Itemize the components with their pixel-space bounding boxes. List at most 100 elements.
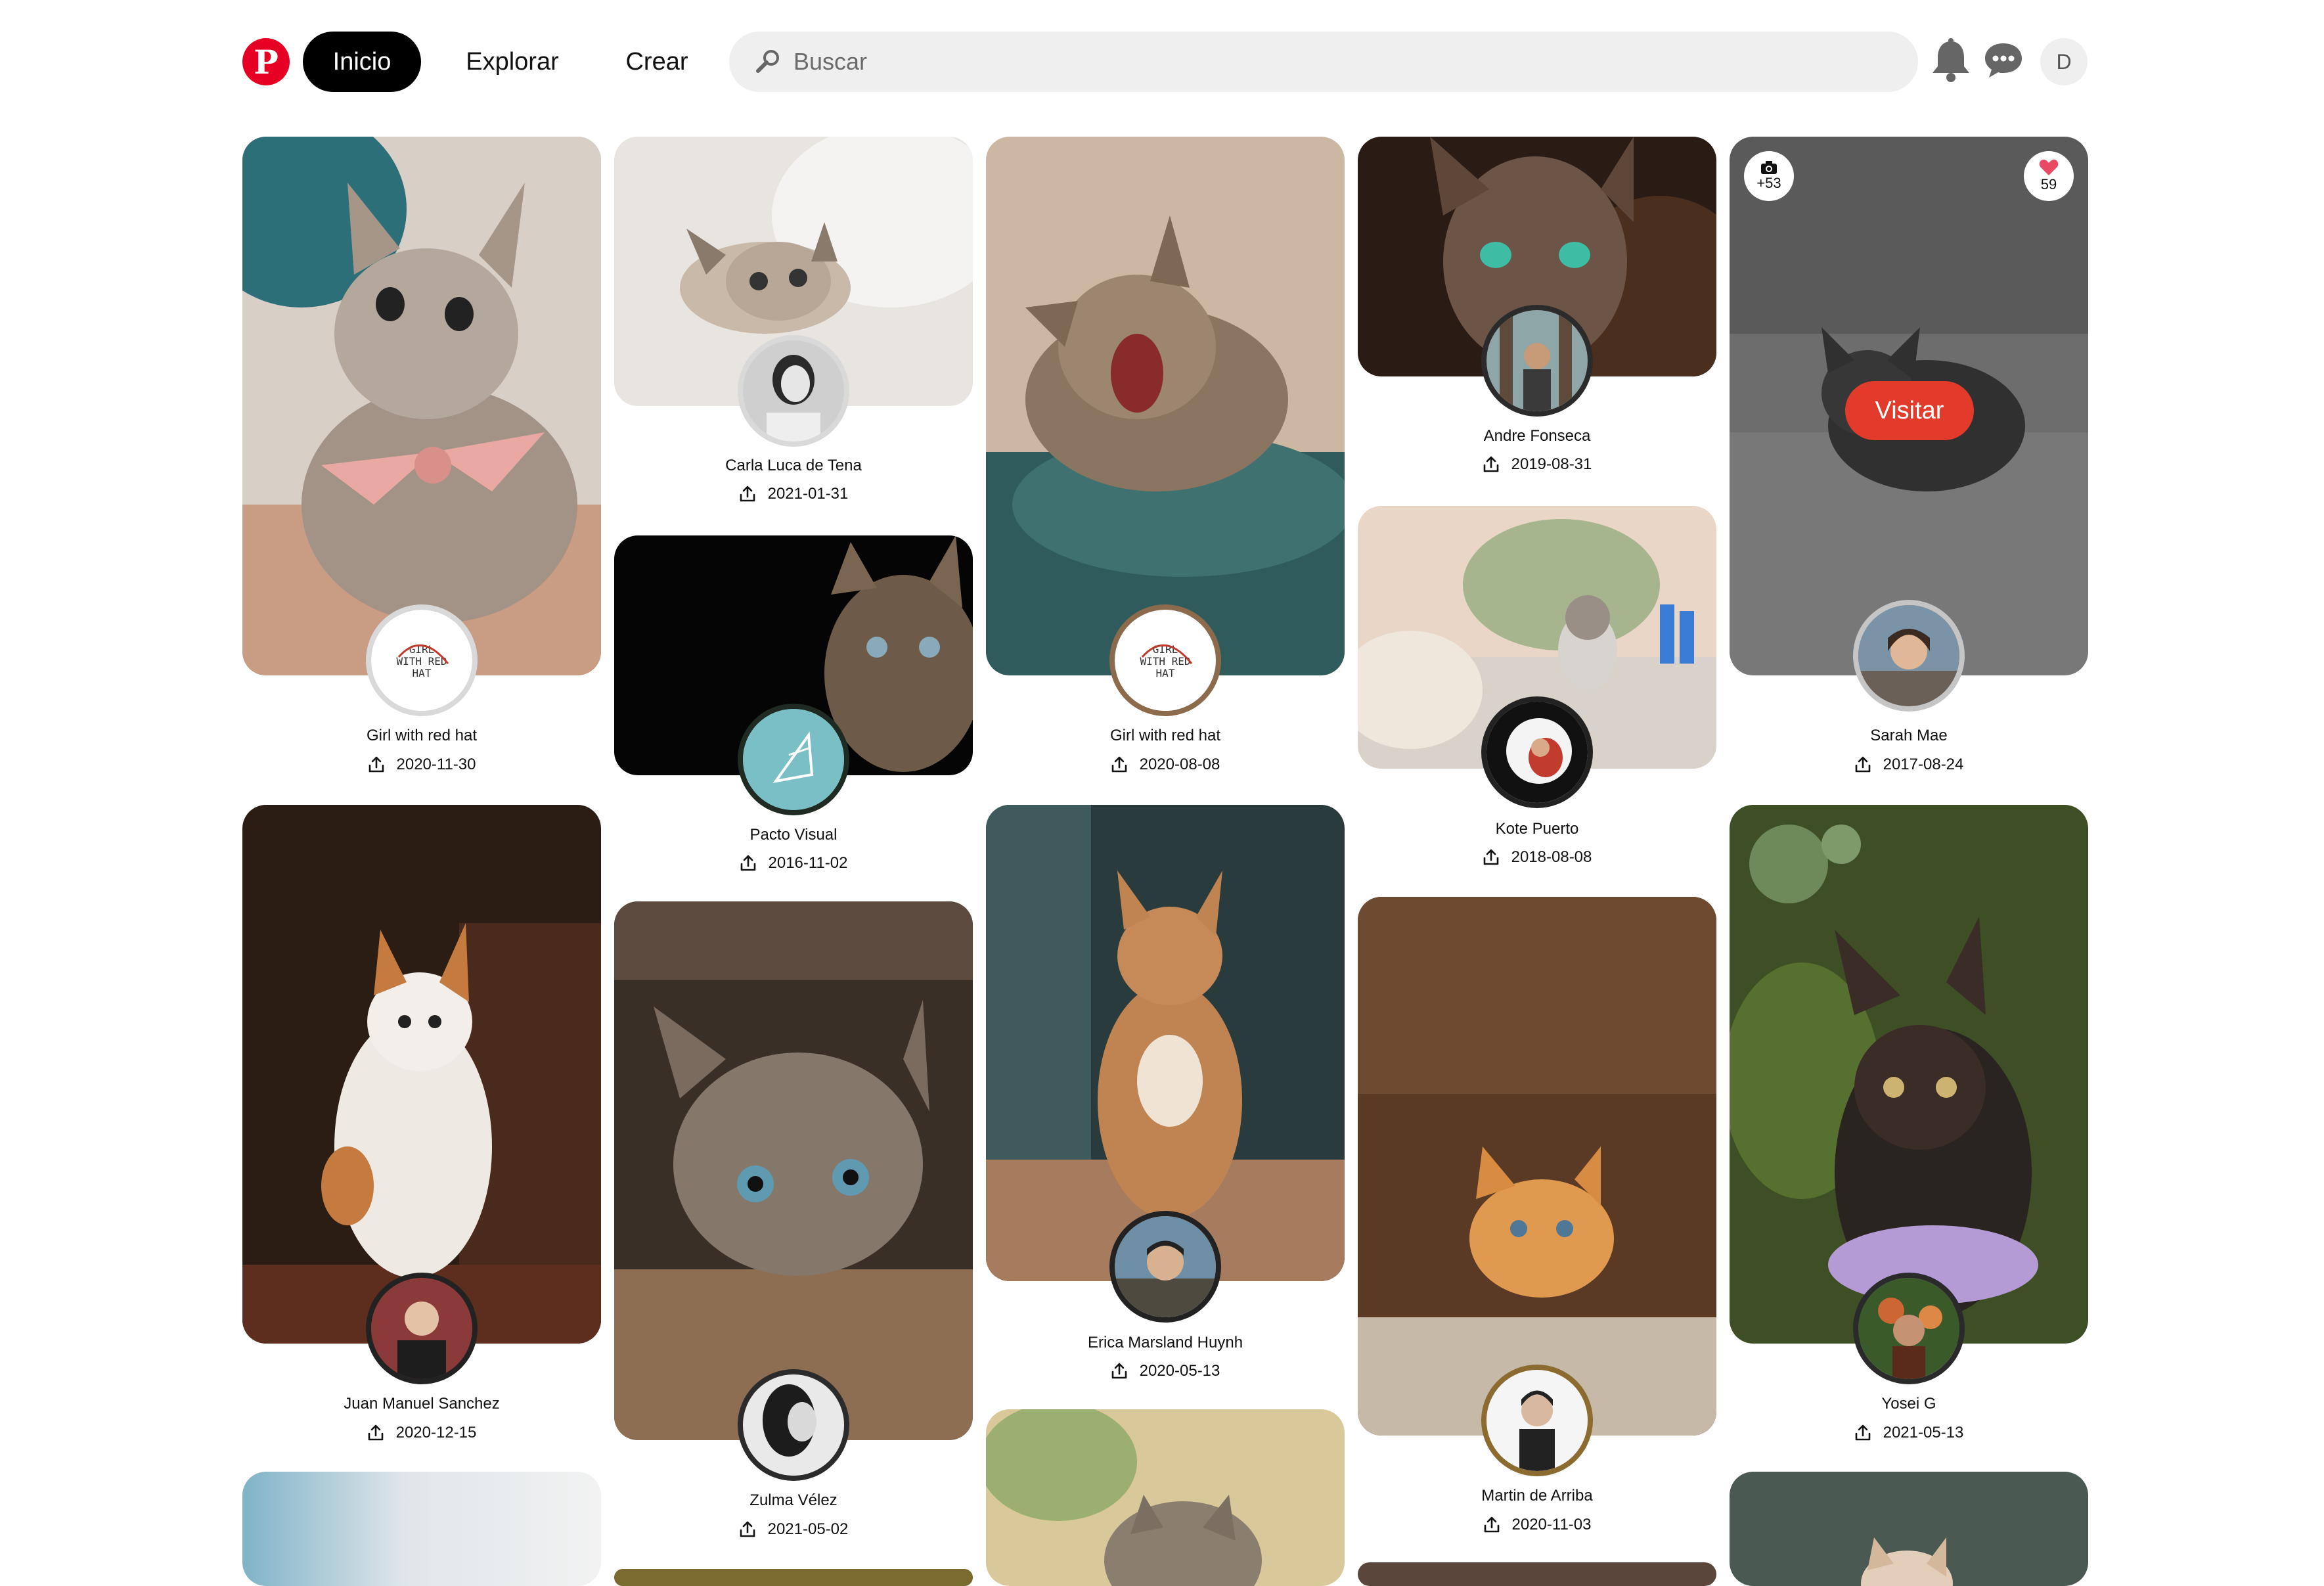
share-upload-icon[interactable] — [739, 1521, 756, 1538]
pin-date: 2020-12-15 — [395, 1424, 477, 1441]
nav-home-button[interactable]: Inicio — [303, 32, 421, 92]
profile-avatar-button[interactable]: D — [2040, 38, 2088, 85]
pin-card[interactable] — [614, 1569, 973, 1586]
share-upload-icon[interactable] — [1483, 456, 1500, 473]
pin-card[interactable]: Erica Marsland Huynh 2020-05-13 — [986, 805, 1345, 1383]
search-bar[interactable] — [729, 32, 1918, 92]
share-upload-icon[interactable] — [1854, 756, 1871, 773]
author-avatar[interactable] — [1109, 1211, 1221, 1323]
pin-author-name: Girl with red hat — [366, 727, 478, 744]
author-avatar[interactable] — [1481, 1365, 1593, 1476]
pin-date-row: 2018-08-08 — [1358, 848, 1716, 867]
pin-card[interactable]: GIRL WITH RED HAT Girl with red hat 2020… — [986, 137, 1345, 787]
pin-author-name: Yosei G — [1881, 1395, 1936, 1413]
pin-author-name: Kote Puerto — [1495, 820, 1579, 838]
pin-card[interactable] — [1730, 1472, 2088, 1586]
pin-card[interactable]: Yosei G 2021-05-13 — [1730, 805, 2088, 1475]
top-nav-bar: P Inicio Explorar Crear D — [0, 0, 2324, 125]
pin-card[interactable]: Juan Manuel Sanchez 2020-12-15 — [242, 805, 601, 1475]
pin-image-partial[interactable] — [614, 1569, 973, 1586]
like-count-badge[interactable]: 59 — [2024, 151, 2074, 201]
chat-bubbles-icon — [1985, 43, 2022, 78]
pin-author-name: Pacto Visual — [749, 826, 838, 844]
svg-text:HAT: HAT — [413, 667, 432, 679]
photo-count: +53 — [1756, 175, 1781, 191]
author-avatar[interactable]: GIRL WITH RED HAT — [1109, 604, 1221, 716]
pin-image-tortoiseshell-kitten[interactable] — [1730, 805, 2088, 1344]
messages-button[interactable] — [1977, 34, 2030, 87]
pin-image-white-cat[interactable] — [242, 805, 601, 1344]
share-upload-icon[interactable] — [1854, 1424, 1871, 1441]
pin-image-partial[interactable] — [1358, 1562, 1716, 1586]
pin-card[interactable]: Martin de Arriba 2020-11-03 — [1358, 897, 1716, 1544]
pin-date-row: 2016-11-02 — [614, 854, 973, 872]
share-upload-icon[interactable] — [367, 1424, 384, 1441]
share-upload-icon[interactable] — [1111, 1363, 1128, 1380]
cat-photo — [1730, 1472, 2088, 1586]
author-avatar[interactable] — [1853, 1273, 1965, 1384]
nav-create-button[interactable]: Crear — [598, 32, 716, 92]
pin-image-partial[interactable] — [242, 1472, 601, 1586]
pin-date-row: 2021-01-31 — [614, 485, 973, 503]
cat-photo — [614, 901, 973, 1440]
share-upload-icon[interactable] — [739, 486, 756, 503]
nav-explore-button[interactable]: Explorar — [447, 32, 578, 92]
cat-photo — [986, 1409, 1345, 1586]
author-avatar[interactable]: GIRL WITH RED HAT — [366, 604, 478, 716]
pin-card-hovered[interactable]: +53 59 Visitar Sarah Mae 2017-08-24 — [1730, 137, 2088, 787]
pin-date: 2019-08-31 — [1511, 455, 1592, 473]
pin-image-orange-kitten[interactable] — [1358, 897, 1716, 1436]
author-avatar[interactable] — [1481, 305, 1593, 417]
pin-card[interactable]: GIRL WITH RED HAT Girl with red hat 2020… — [242, 137, 601, 787]
pin-date-row: 2020-05-13 — [986, 1362, 1345, 1380]
search-input[interactable] — [792, 47, 1879, 76]
pin-date-row: 2021-05-13 — [1730, 1424, 2088, 1442]
author-avatar[interactable] — [366, 1273, 478, 1384]
girl-with-red-hat-logo: GIRL WITH RED HAT — [1115, 610, 1216, 711]
pin-card[interactable]: Carla Luca de Tena 2021-01-31 — [614, 137, 973, 505]
cat-photo — [242, 137, 601, 675]
pin-date: 2020-08-08 — [1139, 756, 1220, 773]
pin-image-kitten-box[interactable] — [614, 901, 973, 1440]
pin-date: 2021-05-13 — [1883, 1424, 1964, 1441]
pin-author-name: Juan Manuel Sanchez — [344, 1395, 500, 1413]
photo-count-badge[interactable]: +53 — [1744, 151, 1794, 201]
cat-photo — [1358, 897, 1716, 1436]
share-upload-icon[interactable] — [1111, 756, 1128, 773]
author-avatar[interactable] — [738, 335, 849, 447]
pin-date-row: 2020-11-03 — [1358, 1516, 1716, 1534]
pin-image-partial[interactable] — [1730, 1472, 2088, 1586]
pin-card[interactable] — [242, 1472, 601, 1586]
notifications-button[interactable] — [1925, 34, 1977, 87]
like-count: 59 — [2040, 176, 2057, 193]
pinterest-logo[interactable]: P — [242, 38, 290, 85]
pin-image-cat-bowtie[interactable] — [242, 137, 601, 675]
cat-photo — [986, 805, 1345, 1281]
pin-card[interactable]: Kote Puerto 2018-08-08 — [1358, 506, 1716, 874]
share-upload-icon[interactable] — [740, 855, 757, 872]
author-avatar[interactable] — [1853, 600, 1965, 712]
author-avatar[interactable] — [738, 1369, 849, 1481]
share-upload-icon[interactable] — [1483, 1516, 1500, 1533]
visit-button[interactable]: Visitar — [1845, 381, 1974, 440]
share-upload-icon[interactable] — [368, 756, 385, 773]
pin-card[interactable] — [1358, 1562, 1716, 1586]
cat-photo — [1730, 805, 2088, 1344]
author-avatar[interactable] — [1481, 696, 1593, 808]
pin-image-orange-cat[interactable] — [986, 805, 1345, 1281]
share-upload-icon[interactable] — [1483, 849, 1500, 866]
pin-card[interactable] — [986, 1409, 1345, 1586]
pin-card[interactable]: Zulma Vélez 2021-05-02 — [614, 901, 973, 1542]
pin-date-row: 2017-08-24 — [1730, 756, 2088, 774]
girl-with-red-hat-logo: GIRL WITH RED HAT — [371, 610, 472, 711]
pin-date-row: 2020-11-30 — [242, 756, 601, 774]
pin-card[interactable]: Andre Fonseca 2019-08-31 — [1358, 137, 1716, 491]
pin-date-row: 2020-08-08 — [986, 756, 1345, 774]
pin-image-cat-yawn[interactable] — [986, 137, 1345, 675]
pin-date: 2020-11-30 — [396, 756, 476, 773]
pin-image-partial[interactable] — [986, 1409, 1345, 1586]
author-avatar[interactable] — [738, 704, 849, 815]
pin-date: 2021-05-02 — [767, 1520, 849, 1538]
pin-date-row: 2021-05-02 — [614, 1520, 973, 1539]
pin-card[interactable]: Pacto Visual 2016-11-02 — [614, 535, 973, 877]
